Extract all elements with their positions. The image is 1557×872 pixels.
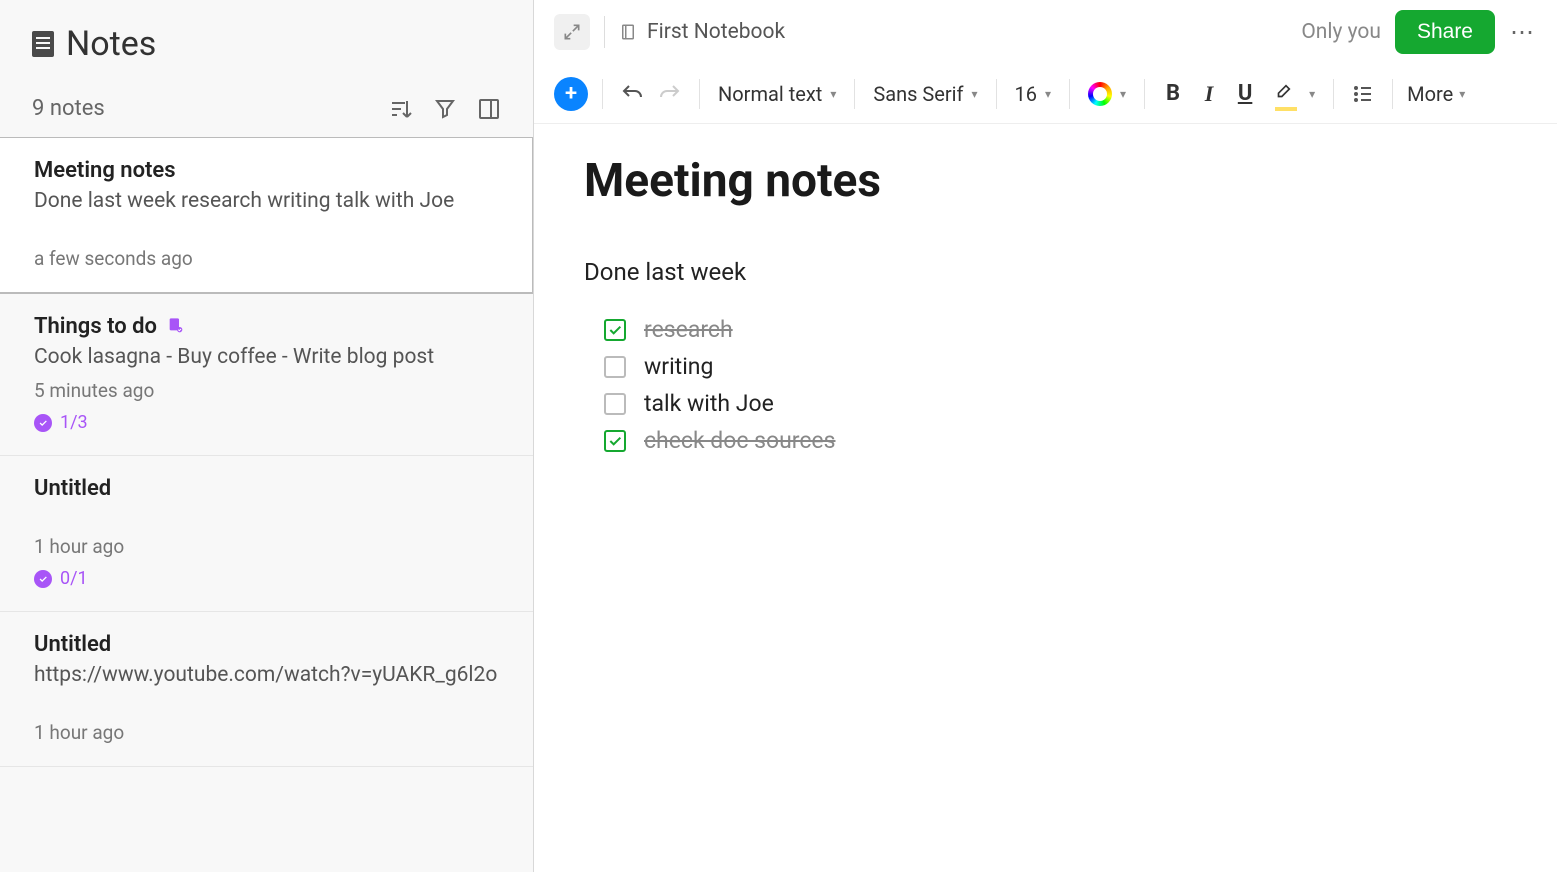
note-title: Things to do	[34, 314, 157, 339]
checklist-item: research	[604, 316, 1507, 343]
notebook-icon	[619, 21, 637, 43]
italic-button[interactable]: I	[1195, 81, 1223, 107]
font-size-label: 16	[1015, 82, 1037, 106]
more-label: More	[1407, 82, 1453, 106]
check-badge-icon	[34, 570, 52, 588]
note-count: 9 notes	[32, 96, 105, 121]
more-formatting-button[interactable]: More ▾	[1407, 82, 1465, 106]
color-ring-icon	[1088, 82, 1112, 106]
divider	[1392, 79, 1393, 109]
task-icon	[167, 316, 183, 338]
check-badge-icon	[34, 414, 52, 432]
sidebar-title: Notes	[66, 24, 156, 64]
notebook-link[interactable]: First Notebook	[619, 20, 785, 44]
notes-icon	[32, 31, 54, 57]
note-item[interactable]: Things to do Cook lasagna - Buy coffee - …	[0, 294, 533, 456]
format-toolbar: + Normal text ▾ Sans Serif ▾ 16 ▾ ▾ B I	[534, 64, 1557, 124]
checkbox[interactable]	[604, 430, 626, 452]
filter-icon[interactable]	[433, 97, 457, 121]
bullet-list-button[interactable]	[1348, 79, 1378, 109]
sidebar-header: Notes	[0, 0, 533, 76]
badge-text: 1/3	[60, 412, 88, 433]
checklist-text[interactable]: writing	[644, 353, 713, 380]
checklist-text[interactable]: talk with Joe	[644, 390, 774, 417]
editor-topbar: First Notebook Only you Share ⋯	[534, 0, 1557, 64]
checklist-item: writing	[604, 353, 1507, 380]
chevron-down-icon: ▾	[1045, 87, 1051, 101]
note-title: Untitled	[34, 476, 111, 501]
chevron-down-icon: ▾	[1120, 87, 1126, 101]
font-family-label: Sans Serif	[873, 82, 963, 106]
divider	[602, 79, 603, 109]
editor-body[interactable]: Meeting notes Done last week research wri…	[534, 124, 1557, 872]
checkbox[interactable]	[604, 356, 626, 378]
note-time: a few seconds ago	[34, 247, 498, 270]
note-preview: Done last week research writing talk wit…	[34, 189, 498, 213]
font-family-dropdown[interactable]: Sans Serif ▾	[869, 82, 981, 106]
divider	[1333, 79, 1334, 109]
note-title: Meeting notes	[34, 158, 176, 183]
notes-sidebar: Notes 9 notes Meeting notes Done last wee…	[0, 0, 534, 872]
note-item[interactable]: Untitled 1 hour ago 0/1	[0, 456, 533, 612]
paragraph-style-dropdown[interactable]: Normal text ▾	[714, 82, 840, 106]
note-time: 1 hour ago	[34, 535, 499, 558]
note-list: Meeting notes Done last week research wri…	[0, 137, 533, 872]
note-time: 5 minutes ago	[34, 379, 499, 402]
divider	[604, 16, 605, 48]
share-button[interactable]: Share	[1395, 10, 1495, 54]
text-color-dropdown[interactable]: ▾	[1084, 82, 1130, 106]
underline-button[interactable]: U	[1231, 81, 1259, 106]
checklist-text[interactable]: research	[644, 316, 733, 343]
note-preview: Cook lasagna - Buy coffee - Write blog p…	[34, 345, 499, 369]
divider	[996, 79, 997, 109]
bold-button[interactable]: B	[1159, 81, 1187, 106]
editor-pane: First Notebook Only you Share ⋯ + Normal…	[534, 0, 1557, 872]
badge-text: 0/1	[60, 568, 88, 589]
document-title[interactable]: Meeting notes	[584, 154, 1507, 208]
checklist: research writing talk with Joe check doc so…	[584, 316, 1507, 454]
notebook-name: First Notebook	[647, 20, 785, 44]
redo-button[interactable]	[655, 79, 685, 109]
highlighter-icon	[1271, 79, 1301, 109]
note-preview: https://www.youtube.com/watch?v=yUAKR_g6…	[34, 663, 499, 687]
divider	[699, 79, 700, 109]
expand-button[interactable]	[554, 14, 590, 50]
view-toggle-icon[interactable]	[477, 97, 501, 121]
note-time: 1 hour ago	[34, 721, 499, 744]
checklist-item: check doc sources	[604, 427, 1507, 454]
section-heading[interactable]: Done last week	[584, 258, 1507, 286]
font-size-dropdown[interactable]: 16 ▾	[1011, 82, 1056, 106]
note-title: Untitled	[34, 632, 111, 657]
checkbox[interactable]	[604, 393, 626, 415]
checklist-item: talk with Joe	[604, 390, 1507, 417]
task-progress-badge: 0/1	[34, 568, 499, 589]
divider	[1144, 79, 1145, 109]
visibility-label[interactable]: Only you	[1301, 20, 1381, 44]
note-item[interactable]: Meeting notes Done last week research wri…	[0, 137, 533, 294]
highlight-dropdown[interactable]: ▾	[1267, 79, 1319, 109]
chevron-down-icon: ▾	[972, 87, 978, 101]
chevron-down-icon: ▾	[1459, 87, 1465, 101]
divider	[1069, 79, 1070, 109]
more-menu-icon[interactable]: ⋯	[1509, 18, 1537, 46]
insert-button[interactable]: +	[554, 77, 588, 111]
checkbox[interactable]	[604, 319, 626, 341]
note-item[interactable]: Untitled https://www.youtube.com/watch?v=…	[0, 612, 533, 767]
task-progress-badge: 1/3	[34, 412, 499, 433]
checklist-text[interactable]: check doc sources	[644, 427, 836, 454]
paragraph-style-label: Normal text	[718, 82, 822, 106]
sort-icon[interactable]	[389, 97, 413, 121]
chevron-down-icon: ▾	[830, 87, 836, 101]
divider	[854, 79, 855, 109]
undo-button[interactable]	[617, 79, 647, 109]
chevron-down-icon: ▾	[1309, 87, 1315, 101]
